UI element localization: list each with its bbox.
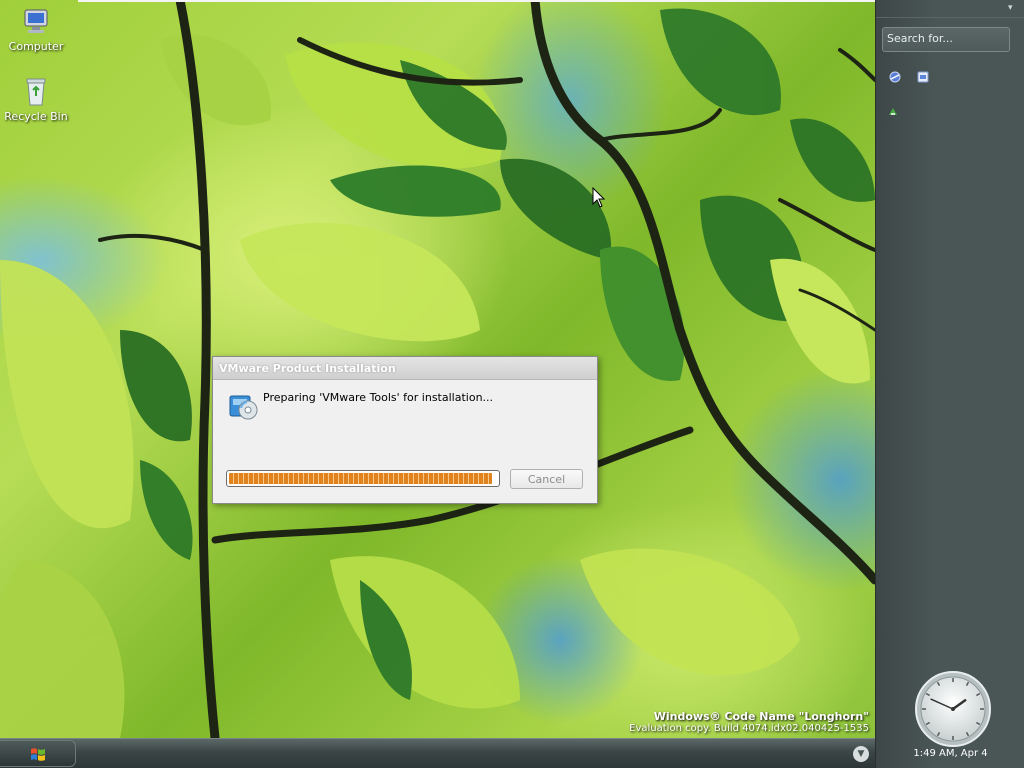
dialog-title[interactable]: VMware Product Installation: [213, 357, 597, 380]
installation-progress-bar: [226, 470, 500, 487]
top-edge-strip: [78, 0, 948, 2]
desktop-icon-computer[interactable]: Computer: [4, 6, 68, 53]
watermark-build-info: Evaluation copy. Build 4074.idx02.040425…: [629, 723, 869, 734]
clock-gadget[interactable]: [914, 670, 992, 748]
progress-fill: [229, 473, 492, 484]
windows-logo-icon: [31, 748, 45, 761]
cancel-button[interactable]: Cancel: [510, 469, 583, 489]
build-watermark: Windows® Code Name "Longhorn" Evaluation…: [629, 710, 869, 734]
sidebar: ▾ Search for... 1:49 AM, Apr 4: [875, 0, 1024, 768]
network-icon[interactable]: [888, 70, 902, 84]
watermark-product-name: Windows® Code Name "Longhorn": [653, 710, 869, 723]
desktop-icon-recycle-bin-label: Recycle Bin: [4, 110, 68, 123]
clock-time-label: 1:49 AM, Apr 4: [913, 748, 988, 759]
sidebar-header: ▾: [876, 0, 1024, 18]
document-icon[interactable]: [916, 70, 930, 84]
mouse-pointer-icon: [592, 187, 606, 208]
desktop-icon-recycle-bin[interactable]: Recycle Bin: [4, 76, 68, 123]
desktop-icon-computer-label: Computer: [8, 40, 64, 53]
recycle-bin-icon: [26, 78, 46, 106]
recycle-arrow-icon[interactable]: [886, 105, 900, 119]
computer-icon: [24, 9, 48, 33]
sidebar-chevron-icon[interactable]: ▾: [1008, 3, 1018, 13]
installation-dialog: VMware Product Installation Preparing 'V…: [212, 356, 598, 504]
start-button[interactable]: [0, 740, 76, 767]
sidebar-search-input[interactable]: Search for...: [882, 27, 1010, 52]
chevron-down-icon[interactable]: ▼: [853, 746, 869, 762]
installer-disc-icon: [229, 395, 258, 420]
dialog-message: Preparing 'VMware Tools' for installatio…: [263, 391, 494, 404]
taskbar: ▼: [0, 738, 875, 768]
